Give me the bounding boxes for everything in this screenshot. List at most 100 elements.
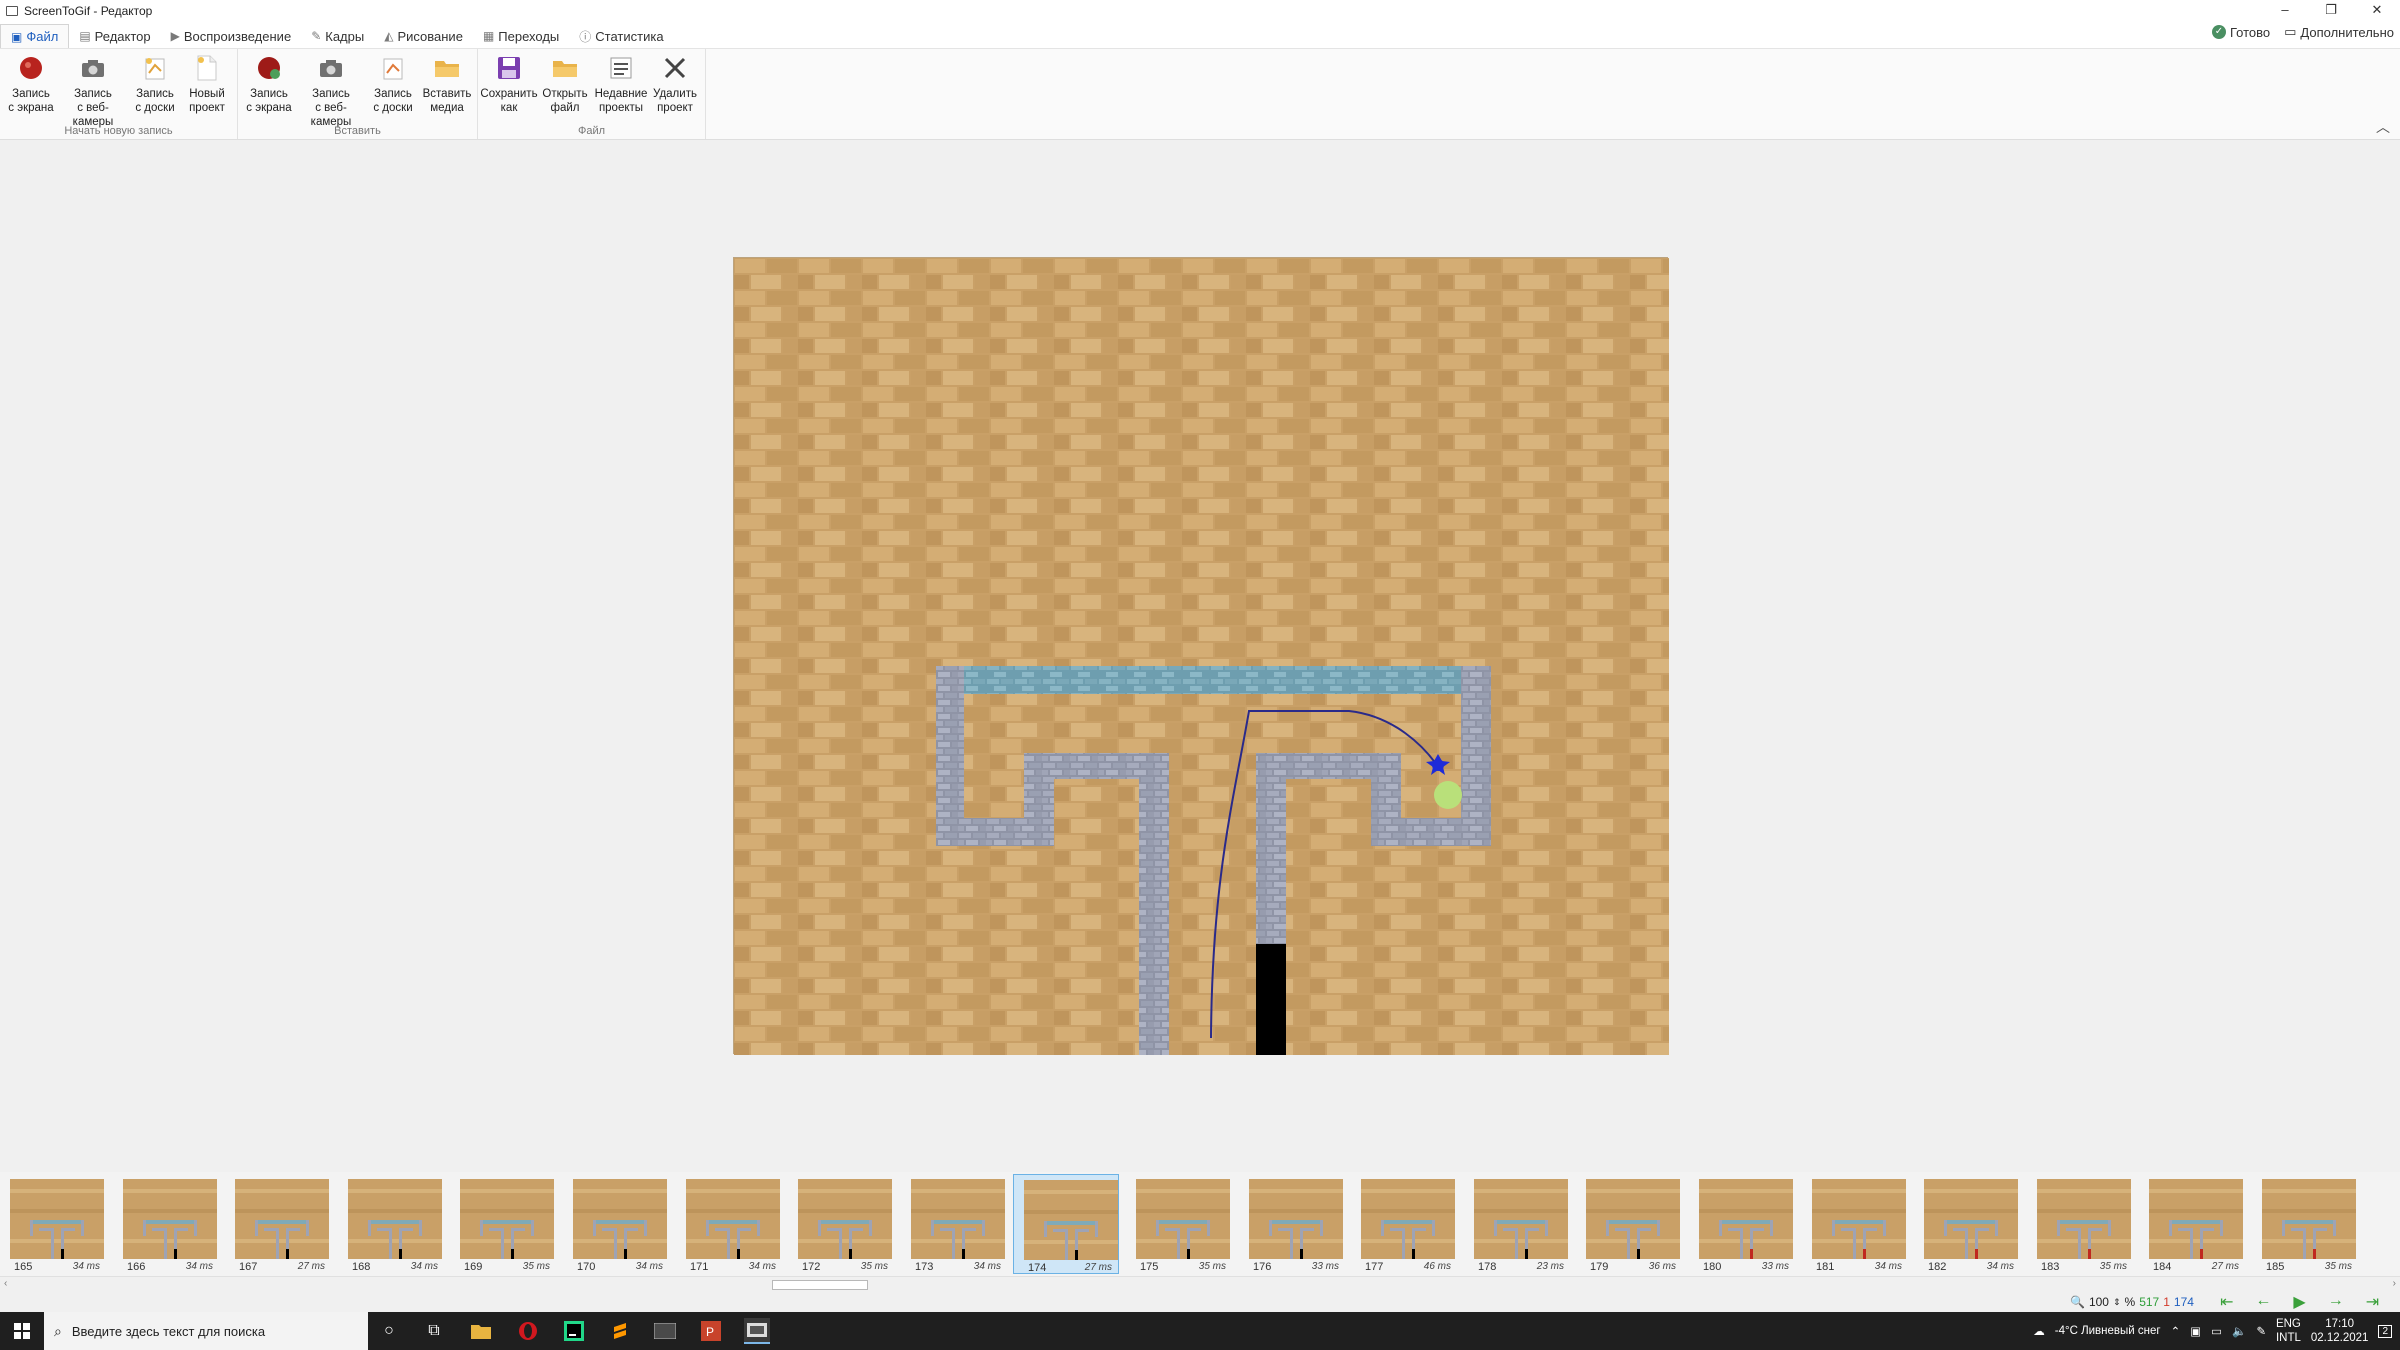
frame-duration: 34 ms (635, 1261, 663, 1272)
delete-project-button[interactable]: Удалить проект (644, 53, 706, 115)
notifications-icon[interactable]: 2 (2378, 1324, 2392, 1338)
language-indicator[interactable]: ENG INTL (2276, 1317, 2301, 1345)
record-webcam-button[interactable]: Запись с веб-камеры (62, 53, 124, 129)
frame-thumbnail[interactable]: 165 34 ms (0, 1174, 106, 1274)
frame-duration: 23 ms (1536, 1261, 1564, 1272)
next-frame-icon[interactable]: → (2328, 1292, 2344, 1312)
tab-playback[interactable]: ▶ Воспроизведение (161, 24, 302, 48)
volume-icon[interactable]: 🔈 (2232, 1324, 2246, 1338)
start-button[interactable] (0, 1312, 44, 1350)
frame-preview-image (460, 1179, 554, 1259)
frame-thumbnail[interactable]: 180 33 ms (1689, 1174, 1795, 1274)
frame-thumbnail[interactable]: 166 34 ms (113, 1174, 219, 1274)
opera-icon[interactable] (515, 1318, 541, 1344)
weather-text[interactable]: -4°C Ливневый снег (2055, 1325, 2161, 1337)
pen-icon[interactable]: ✎ (2256, 1324, 2266, 1338)
frame-duration: 34 ms (1986, 1261, 2014, 1272)
frame-thumbnail[interactable]: 170 34 ms (563, 1174, 669, 1274)
frame-thumbnail[interactable]: 184 27 ms (2139, 1174, 2245, 1274)
frame-preview-image (1586, 1179, 1680, 1259)
tab-drawing[interactable]: ◭ Рисование (374, 24, 473, 48)
scrollbar-thumb[interactable] (772, 1280, 868, 1290)
taskbar-search[interactable]: ⌕ Введите здесь текст для поиска (44, 1312, 368, 1350)
frame-preview-image (1249, 1179, 1343, 1259)
screentogif-taskbar-icon[interactable] (744, 1318, 770, 1344)
scroll-right-icon[interactable]: › (2393, 1278, 2396, 1289)
group-insert: Запись с экрана Запись с веб-камеры Запись… (238, 49, 478, 139)
frame-thumbnail[interactable]: 176 33 ms (1239, 1174, 1345, 1274)
tab-frames[interactable]: ✎ Кадры (301, 24, 374, 48)
frame-canvas[interactable] (733, 257, 1669, 1055)
frames-icon: ✎ (311, 29, 322, 43)
frame-scrollbar[interactable]: ‹ › (0, 1276, 2400, 1292)
zoom-spinner-icon[interactable]: ⇕ (2113, 1297, 2121, 1308)
file-explorer-icon[interactable] (468, 1318, 494, 1344)
frame-thumbnail[interactable]: 178 23 ms (1464, 1174, 1570, 1274)
terminal-icon[interactable] (652, 1318, 678, 1344)
frame-thumbnail[interactable]: 168 34 ms (338, 1174, 444, 1274)
tab-file[interactable]: ▣ Файл (0, 24, 70, 48)
task-view-icon[interactable]: ⧉ (421, 1318, 447, 1344)
chevron-up-icon[interactable]: ⌃ (2171, 1324, 2181, 1338)
save-icon: ▣ (11, 29, 23, 44)
frame-number: 175 (1140, 1261, 1159, 1273)
frame-preview-image (1924, 1179, 2018, 1259)
powerpoint-icon[interactable]: P (698, 1318, 724, 1344)
insert-record-board-button[interactable]: Запись с доски (362, 53, 424, 115)
network-icon[interactable]: ▭ (2211, 1324, 2222, 1338)
frame-thumbnail[interactable]: 181 34 ms (1802, 1174, 1908, 1274)
tab-transitions[interactable]: ▦ Переходы (473, 24, 569, 48)
frame-thumbnail[interactable]: 174 27 ms (1013, 1174, 1119, 1274)
frame-preview-image (2262, 1179, 2356, 1259)
frame-duration: 46 ms (1423, 1261, 1451, 1272)
more-button[interactable]: ▭ Дополнительно (2284, 24, 2394, 40)
frame-number: 180 (1703, 1261, 1722, 1273)
frame-thumbnail[interactable]: 183 35 ms (2027, 1174, 2133, 1274)
open-file-button[interactable]: Открыть файл (534, 53, 596, 115)
clock[interactable]: 17:10 02.12.2021 (2311, 1317, 2369, 1345)
tray-app-icon[interactable]: ▣ (2190, 1324, 2201, 1338)
frame-preview-image (798, 1179, 892, 1259)
sublime-icon[interactable] (607, 1318, 633, 1344)
tab-statistics[interactable]: ⓘ Статистика (569, 24, 673, 48)
editor-icon: ▤ (79, 29, 91, 43)
frame-thumbnail[interactable]: 167 27 ms (225, 1174, 331, 1274)
previous-frame-icon[interactable]: ← (2255, 1292, 2271, 1312)
frame-thumbnail[interactable]: 169 35 ms (450, 1174, 556, 1274)
frame-duration: 36 ms (1648, 1261, 1676, 1272)
frame-thumbnail[interactable]: 185 35 ms (2252, 1174, 2358, 1274)
play-icon[interactable]: ▶ (2293, 1292, 2305, 1312)
weather-icon: ☁ (2033, 1326, 2045, 1338)
frame-duration: 35 ms (522, 1261, 550, 1272)
close-button[interactable]: ✕ (2354, 0, 2400, 22)
frame-thumbnail[interactable]: 177 46 ms (1351, 1174, 1457, 1274)
minimize-button[interactable]: – (2262, 0, 2308, 22)
frame-thumbnail[interactable]: 175 35 ms (1126, 1174, 1232, 1274)
pycharm-icon[interactable] (561, 1318, 587, 1344)
save-as-button[interactable]: Сохранить как (478, 53, 540, 115)
group-label: Файл (577, 125, 606, 137)
new-project-button[interactable]: Новый проект (176, 53, 238, 115)
zoom-control[interactable]: 🔍 100 ⇕ % 517 1 174 (2070, 1295, 2194, 1309)
status-ready[interactable]: ✓ Готово (2211, 24, 2270, 40)
cortana-icon[interactable]: ○ (376, 1318, 402, 1344)
recent-icon (606, 53, 636, 83)
frame-number: 174 (1028, 1262, 1047, 1274)
zoom-value[interactable]: 100 (2089, 1295, 2109, 1309)
recent-projects-button[interactable]: Недавние проекты (590, 53, 652, 115)
insert-media-button[interactable]: Вставить медиа (416, 53, 478, 115)
insert-record-screen-button[interactable]: Запись с экрана (238, 53, 300, 115)
first-frame-icon[interactable]: ⇤ (2220, 1292, 2233, 1312)
frame-thumbnail[interactable]: 173 34 ms (901, 1174, 1007, 1274)
collapse-ribbon-icon[interactable]: ︿ (2376, 117, 2390, 137)
insert-record-webcam-button[interactable]: Запись с веб-камеры (300, 53, 362, 129)
frame-thumbnail[interactable]: 182 34 ms (1914, 1174, 2020, 1274)
restore-button[interactable]: ❐ (2308, 0, 2354, 22)
tab-editor[interactable]: ▤ Редактор (69, 24, 160, 48)
frame-thumbnail[interactable]: 172 35 ms (788, 1174, 894, 1274)
frame-thumbnail[interactable]: 179 36 ms (1576, 1174, 1682, 1274)
scroll-left-icon[interactable]: ‹ (4, 1278, 7, 1289)
last-frame-icon[interactable]: ⇥ (2366, 1292, 2379, 1312)
record-screen-button[interactable]: Запись с экрана (0, 53, 62, 115)
frame-thumbnail[interactable]: 171 34 ms (676, 1174, 782, 1274)
